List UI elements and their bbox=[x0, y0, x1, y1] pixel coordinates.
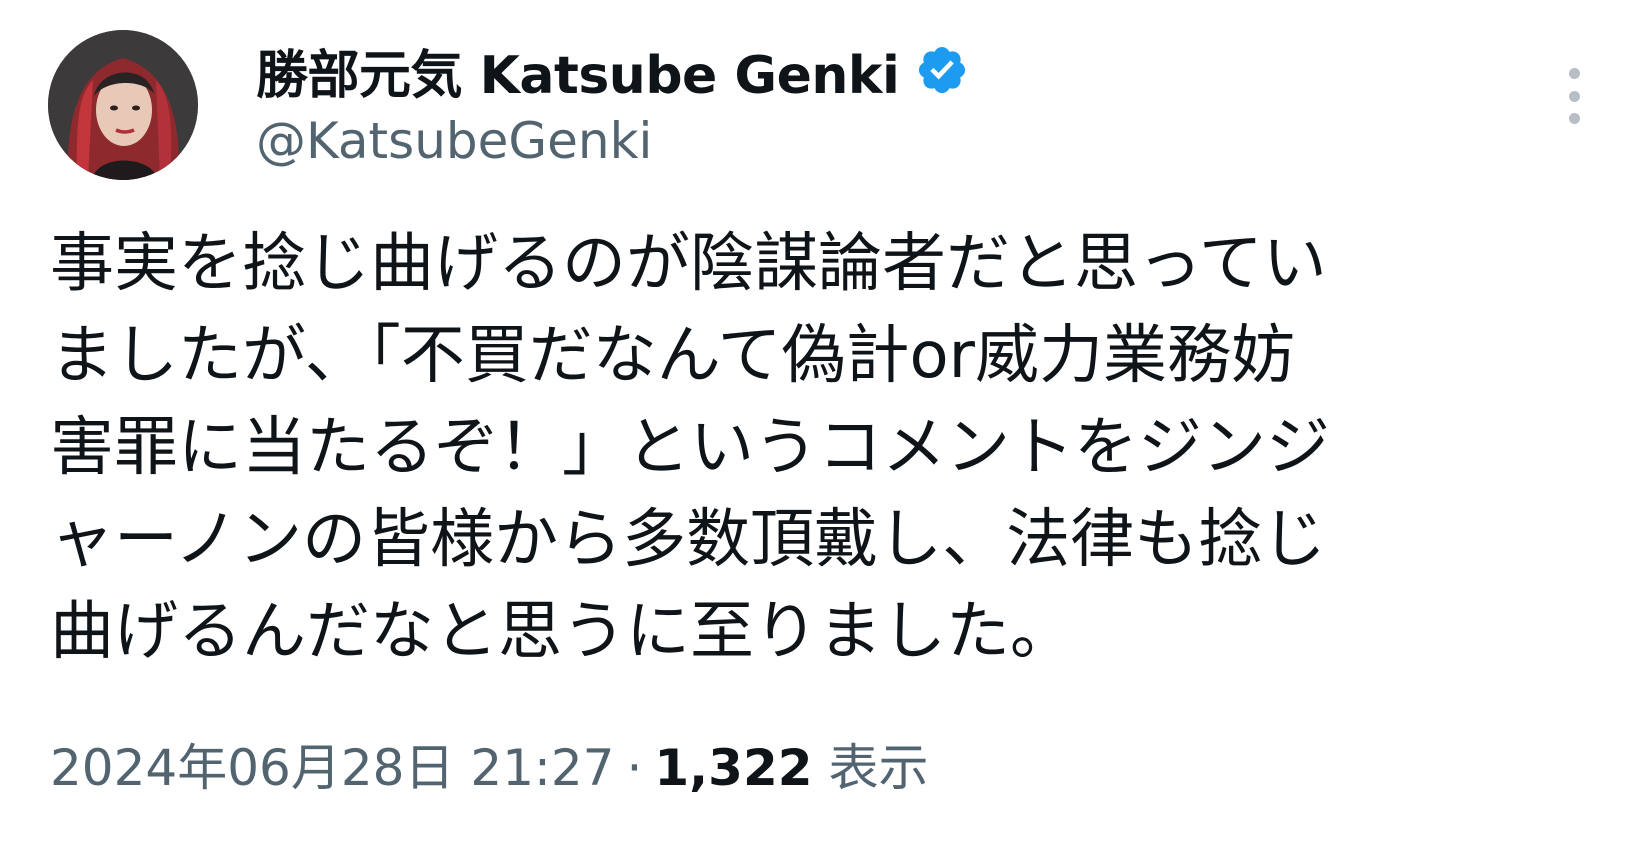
tweet-meta: 2024年06月28日 21:27 · 1,322 表示 bbox=[50, 728, 929, 800]
author-block: 勝部元気 Katsube Genki @KatsubeGenki bbox=[256, 30, 969, 170]
more-dot bbox=[1568, 90, 1580, 102]
author-display-name[interactable]: 勝部元気 Katsube Genki bbox=[256, 33, 900, 108]
tweet-timestamp[interactable]: 2024年06月28日 21:27 bbox=[50, 728, 614, 800]
author-avatar[interactable] bbox=[48, 30, 198, 180]
more-dot bbox=[1568, 113, 1580, 124]
views-count[interactable]: 1,322 bbox=[654, 739, 812, 797]
tweet-text-line: ましたが、「不買だなんて偽計or威力業務妨 bbox=[50, 319, 1295, 393]
tweet-text: 事実を捻じ曲げるのが陰謀論者だと思ってい ましたが、「不買だなんて偽計or威力業… bbox=[50, 218, 1570, 678]
tweet-text-line: ャーノンの皆様から多数頂戴し、法律も捻じ bbox=[50, 503, 1327, 577]
tweet-text-line: 曲げるんだなと思うに至りました。 bbox=[50, 595, 1074, 669]
verified-badge-icon[interactable] bbox=[915, 43, 969, 97]
tweet-text-line: 害罪に当たるぞ！」というコメントをジンジ bbox=[50, 411, 1330, 485]
avatar-image bbox=[48, 30, 198, 180]
more-vertical-icon[interactable] bbox=[1556, 68, 1592, 124]
author-name-row: 勝部元気 Katsube Genki bbox=[256, 30, 969, 110]
tweet-card: 勝部元気 Katsube Genki @KatsubeGenki 事実を捻じ曲げ… bbox=[0, 0, 1644, 854]
author-handle[interactable]: @KatsubeGenki bbox=[256, 112, 969, 170]
tweet-text-line: 事実を捻じ曲げるのが陰謀論者だと思ってい bbox=[50, 227, 1327, 301]
more-dot bbox=[1568, 68, 1580, 79]
meta-separator: · bbox=[626, 739, 643, 797]
views-label: 表示 bbox=[828, 739, 929, 797]
